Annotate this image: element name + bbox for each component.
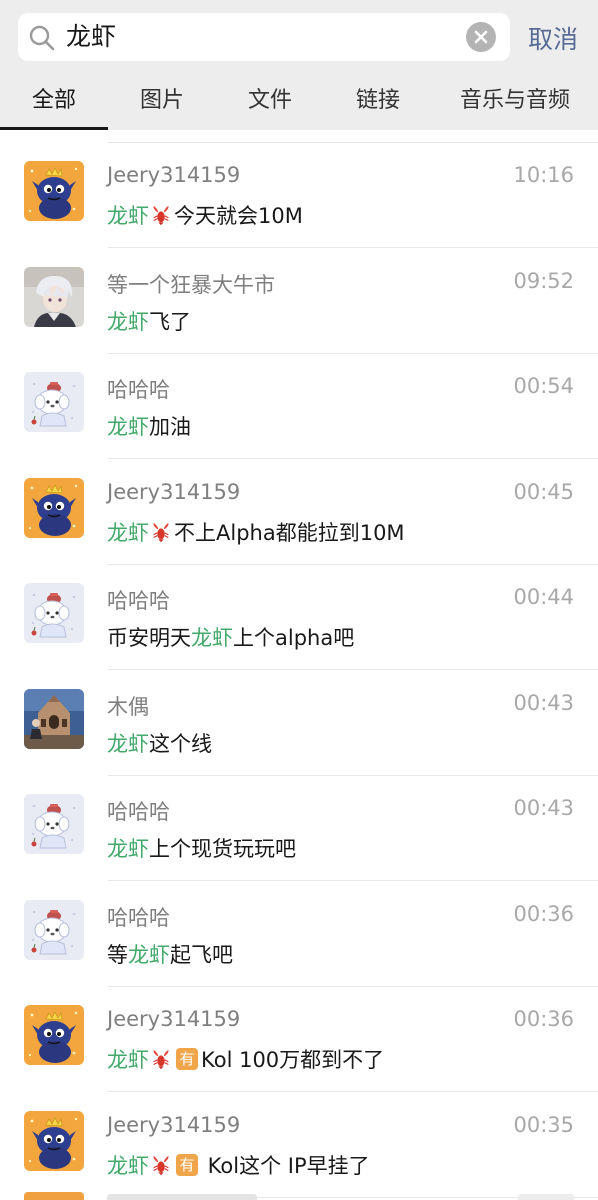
message-time: 00:36	[513, 1007, 574, 1031]
keyword-highlight: 龙虾	[191, 626, 233, 650]
result-row[interactable]: Jeery314159 00:45 龙虾 不上Alpha都能拉到10M	[0, 460, 598, 565]
dragon-avatar	[24, 1110, 84, 1171]
dragon-avatar	[24, 161, 84, 221]
lobster-emoji-icon	[150, 1048, 172, 1070]
clear-icon[interactable]	[466, 22, 496, 52]
cancel-button[interactable]: 取消	[528, 20, 578, 56]
keyword-highlight: 龙虾	[107, 731, 149, 756]
result-row[interactable]: 哈哈哈 00:54 龙虾 加油	[0, 354, 598, 459]
tab-images[interactable]: 图片	[108, 72, 216, 130]
message-time: 00:43	[513, 796, 574, 820]
search-box[interactable]	[18, 13, 510, 61]
result-row[interactable]: 哈哈哈 00:36 等龙虾 起飞吧	[0, 882, 598, 987]
dog-avatar	[24, 794, 84, 854]
message-snippet: 龙虾 有 Kol这个 IP早挂了	[107, 1150, 370, 1180]
sender-name: Jeery314159	[107, 479, 241, 504]
message-text: Kol这个 IP早挂了	[201, 1153, 370, 1178]
message-time: 00:43	[513, 690, 574, 715]
church-avatar	[24, 688, 84, 749]
you-badge-icon: 有	[176, 1048, 198, 1070]
message-snippet: 龙虾 这个线	[107, 728, 212, 758]
tab-files[interactable]: 文件	[216, 72, 324, 130]
message-time: 00:44	[513, 585, 574, 609]
result-row[interactable]: 哈哈哈 00:44 币安明天 龙虾 上个alpha吧	[0, 565, 598, 670]
message-snippet: 龙虾 有 Kol 100万都到不了	[107, 1044, 384, 1074]
message-time: 09:52	[513, 268, 574, 293]
result-row[interactable]: Jeery314159 10:16 龙虾 今天就会10M	[0, 143, 598, 248]
keyword-highlight: 龙虾	[107, 415, 149, 439]
message-text: 起飞吧	[170, 942, 233, 967]
sender-name: Jeery314159	[107, 1112, 241, 1137]
dog-avatar	[24, 583, 84, 643]
search-input[interactable]	[66, 13, 466, 61]
dog-avatar	[24, 899, 84, 960]
search-icon	[28, 24, 56, 52]
dragon-avatar	[24, 1005, 84, 1065]
sender-name: Jeery314159	[107, 1007, 241, 1031]
message-text: 加油	[149, 415, 191, 439]
keyword-highlight: 龙虾	[107, 520, 149, 545]
sender-name: 哈哈哈	[107, 905, 170, 930]
message-text: 今天就会10M	[174, 204, 303, 228]
message-snippet: 币安明天 龙虾 上个alpha吧	[107, 622, 354, 652]
keyword-highlight: 龙虾	[107, 1153, 149, 1178]
message-text: 等	[107, 942, 128, 967]
message-time: 00:54	[513, 374, 574, 398]
tab-music-audio[interactable]: 音乐与音频	[432, 72, 598, 130]
keyword-highlight: 龙虾	[107, 837, 149, 861]
sender-name: 哈哈哈	[107, 800, 170, 824]
keyword-highlight: 龙虾	[107, 1048, 149, 1072]
message-text: 不上Alpha都能拉到10M	[174, 520, 405, 545]
message-snippet: 龙虾 加油	[107, 411, 191, 441]
sender-name: 哈哈哈	[107, 589, 170, 613]
you-badge-icon: 有	[176, 1153, 198, 1176]
keyword-highlight: 龙虾	[107, 204, 149, 228]
message-snippet: 龙虾 今天就会10M	[107, 200, 303, 230]
message-time: 00:45	[513, 479, 574, 504]
sender-name: 木偶	[107, 694, 149, 719]
filter-tabs: 全部 图片 文件 链接 音乐与音频	[0, 72, 598, 130]
result-row[interactable]: 等一个狂暴大牛市 09:52 龙虾 飞了	[0, 249, 598, 354]
message-snippet: 等龙虾 起飞吧	[107, 939, 233, 969]
lobster-emoji-icon	[150, 521, 172, 543]
message-text: 币安明天	[107, 626, 191, 650]
message-text: 飞了	[149, 309, 191, 334]
lobster-emoji-icon	[150, 204, 172, 226]
sender-name: 哈哈哈	[107, 378, 170, 402]
result-row[interactable]: 木偶 00:43 龙虾 这个线	[0, 671, 598, 776]
message-time: 10:16	[513, 163, 574, 187]
result-row[interactable]: 哈哈哈 00:43 龙虾 上个现货玩玩吧	[0, 776, 598, 881]
dragon-avatar	[24, 477, 84, 538]
lobster-emoji-icon	[150, 1154, 172, 1176]
message-time: 00:35	[513, 1112, 574, 1137]
message-text: 上个alpha吧	[233, 626, 355, 650]
message-snippet: 龙虾 不上Alpha都能拉到10M	[107, 517, 405, 547]
message-time: 00:36	[513, 901, 574, 926]
search-header: 取消	[0, 0, 598, 72]
keyword-highlight: 龙虾	[128, 942, 170, 967]
message-text: 上个现货玩玩吧	[149, 837, 296, 861]
message-text: Kol 100万都到不了	[201, 1048, 385, 1072]
dog-avatar	[24, 372, 84, 432]
message-snippet: 龙虾 上个现货玩玩吧	[107, 833, 296, 863]
sender-name: 等一个狂暴大牛市	[107, 272, 275, 297]
tab-links[interactable]: 链接	[324, 72, 432, 130]
message-text: 这个线	[149, 731, 212, 756]
sender-name: Jeery314159	[107, 163, 241, 187]
keyword-highlight: 龙虾	[107, 309, 149, 334]
tab-all[interactable]: 全部	[0, 72, 108, 130]
anime-boy-avatar	[24, 266, 84, 327]
search-results-list: Jeery314159 10:16 龙虾 今天就会10M 等一个狂暴大牛市 09:52…	[0, 130, 598, 1200]
result-row[interactable]: Jeery314159 00:35 龙虾 有 Kol这个 IP早挂了	[0, 1093, 598, 1198]
result-row[interactable]: Jeery314159 00:36 龙虾 有 Kol 100万都到不了	[0, 987, 598, 1092]
partial-row	[0, 1186, 598, 1200]
message-snippet: 龙虾 飞了	[107, 306, 191, 336]
